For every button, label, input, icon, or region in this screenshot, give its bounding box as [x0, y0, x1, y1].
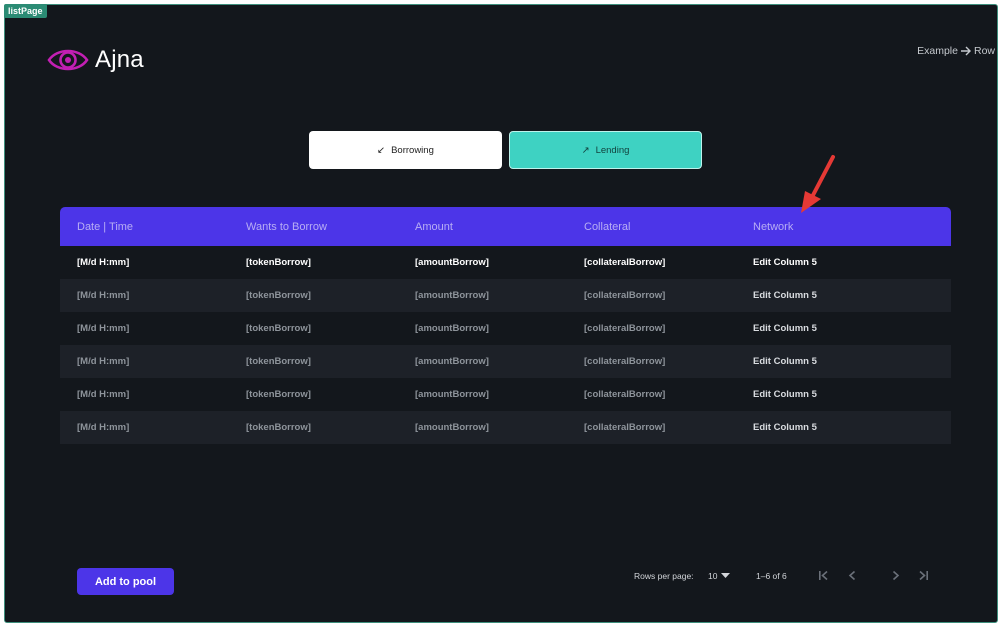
- rows-per-page-label: Rows per page:: [634, 571, 694, 581]
- arrow-down-left-icon: ↙: [377, 144, 386, 156]
- page-frame-tag: listPage: [4, 4, 47, 18]
- brand-name: Ajna: [95, 46, 144, 73]
- borrowing-label: Borrowing: [391, 144, 434, 156]
- cell-token-borrow: [tokenBorrow]: [246, 422, 311, 433]
- cell-amount-borrow: [amountBorrow]: [415, 422, 489, 433]
- cell-token-borrow: [tokenBorrow]: [246, 323, 311, 334]
- cell-amount-borrow: [amountBorrow]: [415, 389, 489, 400]
- table-pagination: Rows per page: 10 1–6 of 6: [5, 569, 997, 586]
- table-row[interactable]: [M/d H:mm] [tokenBorrow] [amountBorrow] …: [60, 378, 951, 411]
- lending-label: Lending: [595, 144, 630, 156]
- borrow-lend-toggle: ↙ Borrowing ↗ Lending: [309, 131, 702, 169]
- breadcrumb-item-example[interactable]: Example: [917, 45, 958, 57]
- cell-amount-borrow: [amountBorrow]: [415, 323, 489, 334]
- caret-down-icon: [721, 573, 731, 578]
- column-header-date[interactable]: Date | Time: [60, 221, 229, 233]
- cell-collateral-borrow: [collateralBorrow]: [584, 422, 666, 433]
- cell-network: Edit Column 5: [753, 422, 817, 433]
- cell-collateral-borrow: [collateralBorrow]: [584, 323, 666, 334]
- column-header-collateral[interactable]: Collateral: [567, 221, 736, 233]
- cell-network: Edit Column 5: [753, 323, 817, 334]
- chevron-right-icon[interactable]: [890, 570, 901, 586]
- column-header-wants-to-borrow[interactable]: Wants to Borrow: [229, 221, 398, 233]
- cell-collateral-borrow: [collateralBorrow]: [584, 356, 666, 367]
- rows-per-page-select[interactable]: 10: [708, 569, 731, 583]
- table-row[interactable]: [M/d H:mm] [tokenBorrow] [amountBorrow] …: [60, 246, 951, 279]
- first-page-icon[interactable]: [818, 570, 829, 586]
- cell-token-borrow: [tokenBorrow]: [246, 389, 311, 400]
- cell-amount-borrow: [amountBorrow]: [415, 356, 489, 367]
- cell-date: [M/d H:mm]: [77, 356, 130, 367]
- cell-collateral-borrow: [collateralBorrow]: [584, 257, 666, 268]
- borrowing-button[interactable]: ↙ Borrowing: [309, 131, 502, 169]
- arrow-right-icon: [960, 46, 971, 56]
- cell-network: Edit Column 5: [753, 356, 817, 367]
- cell-token-borrow: [tokenBorrow]: [246, 290, 311, 301]
- borrow-table: Date | Time Wants to Borrow Amount Colla…: [60, 207, 951, 444]
- annotation-arrow-icon: [801, 155, 835, 213]
- arrow-up-right-icon: ↗: [581, 144, 590, 156]
- table-row[interactable]: [M/d H:mm] [tokenBorrow] [amountBorrow] …: [60, 345, 951, 378]
- cell-amount-borrow: [amountBorrow]: [415, 290, 489, 301]
- chevron-left-icon[interactable]: [847, 570, 858, 586]
- breadcrumb: Example Row: [917, 45, 995, 57]
- cell-date: [M/d H:mm]: [77, 290, 130, 301]
- table-row[interactable]: [M/d H:mm] [tokenBorrow] [amountBorrow] …: [60, 411, 951, 444]
- breadcrumb-item-row[interactable]: Row: [974, 45, 995, 57]
- cell-date: [M/d H:mm]: [77, 257, 130, 268]
- cell-date: [M/d H:mm]: [77, 389, 130, 400]
- cell-date: [M/d H:mm]: [77, 323, 130, 334]
- table-row[interactable]: [M/d H:mm] [tokenBorrow] [amountBorrow] …: [60, 312, 951, 345]
- cell-amount-borrow: [amountBorrow]: [415, 257, 489, 268]
- rows-per-page-value: 10: [708, 571, 718, 581]
- list-page-frame: Ajna Example Row ↙ Borrowing ↗ Lending D…: [4, 4, 998, 623]
- eye-icon: [47, 49, 89, 71]
- cell-date: [M/d H:mm]: [77, 422, 130, 433]
- cell-network: Edit Column 5: [753, 290, 817, 301]
- cell-collateral-borrow: [collateralBorrow]: [584, 290, 666, 301]
- pagination-range: 1–6 of 6: [756, 571, 787, 581]
- brand-logo[interactable]: Ajna: [47, 45, 144, 75]
- cell-token-borrow: [tokenBorrow]: [246, 356, 311, 367]
- cell-collateral-borrow: [collateralBorrow]: [584, 389, 666, 400]
- cell-network: Edit Column 5: [753, 257, 817, 268]
- lending-button[interactable]: ↗ Lending: [509, 131, 702, 169]
- cell-token-borrow: [tokenBorrow]: [246, 257, 311, 268]
- column-header-amount[interactable]: Amount: [398, 221, 567, 233]
- table-row[interactable]: [M/d H:mm] [tokenBorrow] [amountBorrow] …: [60, 279, 951, 312]
- cell-network: Edit Column 5: [753, 389, 817, 400]
- last-page-icon[interactable]: [918, 570, 929, 586]
- column-header-network[interactable]: Network: [736, 221, 905, 233]
